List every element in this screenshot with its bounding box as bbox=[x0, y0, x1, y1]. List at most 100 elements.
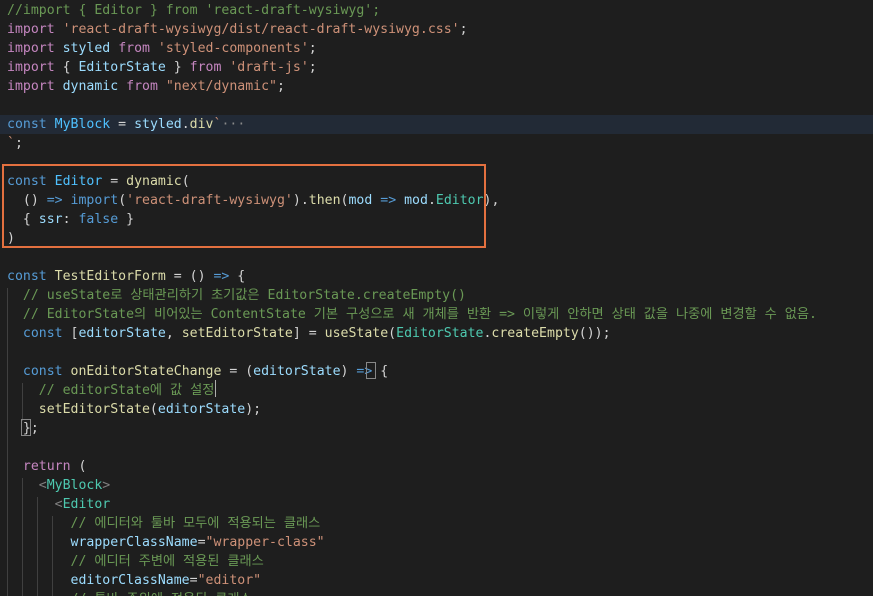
code-token: createEmpty bbox=[491, 326, 579, 341]
code-token: import bbox=[7, 22, 55, 37]
code-token: EditorState bbox=[396, 326, 484, 341]
code-token: const bbox=[7, 117, 47, 132]
code-token: > bbox=[102, 478, 111, 493]
code-token: "wrapper-class" bbox=[205, 535, 325, 550]
code-token: 'draft-js' bbox=[229, 60, 309, 75]
code-token: editorState bbox=[253, 364, 341, 379]
code-token: // 에디터 주변에 적용된 클래스 bbox=[70, 554, 264, 569]
code-token: setEditorState bbox=[38, 402, 150, 417]
code-token: ··· bbox=[221, 117, 246, 132]
code-token: ( bbox=[70, 459, 87, 474]
indent-guide bbox=[52, 516, 53, 596]
code-token: . bbox=[181, 117, 190, 132]
code-token: ; bbox=[308, 41, 317, 56]
code-token: //import { Editor } from 'react-draft-wy… bbox=[7, 3, 381, 18]
code-token: styled bbox=[134, 117, 182, 132]
code-token: const bbox=[7, 269, 47, 284]
code-token: ; bbox=[14, 136, 23, 151]
code-token: // 에디터와 툴바 모두에 적용되는 클래스 bbox=[70, 516, 321, 531]
code-line[interactable]: // useState로 상태관리하기 초기값은 EditorState.cre… bbox=[0, 286, 466, 305]
code-token: = bbox=[197, 535, 206, 550]
code-line[interactable]: return ( bbox=[0, 457, 87, 476]
code-line[interactable]: import { EditorState } from 'draft-js'; bbox=[0, 58, 317, 77]
code-line[interactable]: setEditorState(editorState); bbox=[0, 400, 261, 419]
code-line[interactable]: import 'react-draft-wysiwyg/dist/react-d… bbox=[0, 20, 468, 39]
code-line[interactable]: `; bbox=[0, 134, 23, 153]
code-line[interactable]: import dynamic from "next/dynamic"; bbox=[0, 77, 285, 96]
code-line[interactable]: <MyBlock> bbox=[0, 476, 110, 495]
code-token: < bbox=[38, 478, 47, 493]
code-line[interactable] bbox=[0, 248, 7, 267]
code-token: // EditorState의 비어있는 ContentState 기본 구성으… bbox=[22, 307, 817, 322]
code-token: Editor bbox=[62, 497, 111, 512]
code-line[interactable]: //import { Editor } from 'react-draft-wy… bbox=[0, 1, 380, 20]
code-token: => bbox=[213, 269, 230, 284]
code-token: // editorState에 값 설정 bbox=[38, 383, 215, 398]
code-token: ` bbox=[7, 136, 15, 151]
code-line[interactable]: editorClassName="editor" bbox=[0, 571, 262, 590]
code-token: ; bbox=[277, 79, 285, 94]
indent-guide bbox=[22, 383, 23, 421]
code-token: = bbox=[110, 117, 135, 132]
code-token: "next/dynamic" bbox=[165, 79, 277, 94]
code-token: from bbox=[189, 60, 222, 75]
code-token: ) bbox=[340, 364, 357, 379]
code-token: = bbox=[189, 573, 198, 588]
code-line[interactable]: // EditorState의 비어있는 ContentState 기본 구성으… bbox=[0, 305, 817, 324]
code-token: { bbox=[229, 269, 246, 284]
code-token: editorState bbox=[157, 402, 246, 417]
code-token: import bbox=[7, 60, 55, 75]
code-token: { bbox=[54, 60, 79, 75]
code-line[interactable] bbox=[0, 438, 7, 457]
code-line[interactable]: <Editor bbox=[0, 495, 111, 514]
code-line[interactable]: // editorState에 값 설정 bbox=[0, 381, 215, 400]
code-line[interactable]: const [editorState, setEditorState] = us… bbox=[0, 324, 611, 343]
code-line[interactable]: const TestEditorForm = () => { bbox=[0, 267, 245, 286]
code-token: import bbox=[7, 79, 55, 94]
code-line[interactable]: // 에디터 주변에 적용된 클래스 bbox=[0, 552, 264, 571]
text-cursor bbox=[215, 380, 216, 397]
code-token: editorClassName bbox=[70, 573, 190, 588]
indent-guide bbox=[7, 288, 8, 596]
code-editor[interactable]: //import { Editor } from 'react-draft-wy… bbox=[0, 0, 873, 596]
indent-guide bbox=[37, 497, 38, 596]
code-token: TestEditorForm bbox=[54, 269, 166, 284]
code-token: const bbox=[22, 326, 63, 341]
code-line[interactable]: const onEditorStateChange = (editorState… bbox=[0, 362, 388, 381]
code-line[interactable] bbox=[0, 96, 7, 115]
code-token: from bbox=[118, 41, 150, 56]
code-line[interactable] bbox=[0, 343, 7, 362]
code-token: = () bbox=[165, 269, 214, 284]
code-token: < bbox=[54, 497, 63, 512]
code-line[interactable]: // 에디터와 툴바 모두에 적용되는 클래스 bbox=[0, 514, 321, 533]
code-line[interactable]: wrapperClassName="wrapper-class" bbox=[0, 533, 325, 552]
code-token: onEditorStateChange bbox=[70, 364, 222, 379]
bracket-match-open bbox=[366, 362, 376, 379]
code-line[interactable]: const MyBlock = styled.div`··· bbox=[0, 115, 873, 134]
code-token: setEditorState bbox=[181, 326, 293, 341]
code-line[interactable]: import styled from 'styled-components'; bbox=[0, 39, 317, 58]
code-line[interactable]: }; bbox=[0, 419, 39, 438]
bracket-match-close bbox=[21, 419, 31, 436]
code-token: ); bbox=[245, 402, 262, 417]
code-token: useState bbox=[324, 326, 389, 341]
code-token: MyBlock bbox=[46, 478, 103, 493]
